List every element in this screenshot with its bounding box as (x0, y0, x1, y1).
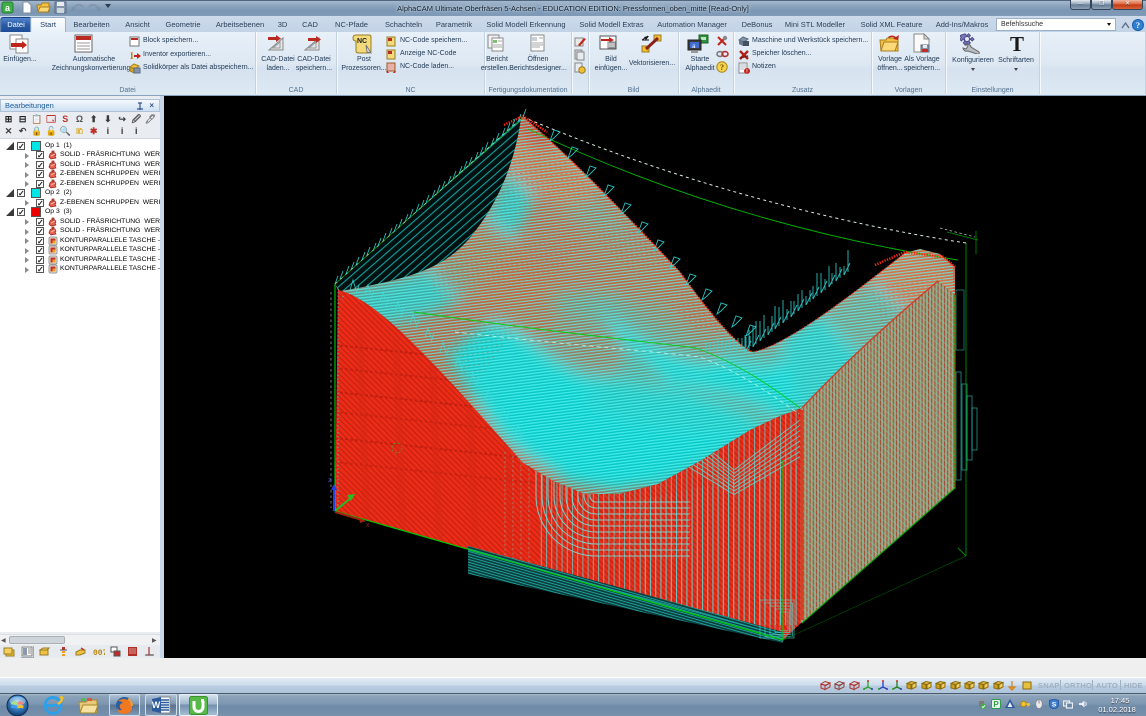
svg-text:P: P (993, 700, 999, 709)
svg-text:W: W (152, 700, 161, 710)
svg-text:x: x (366, 522, 370, 529)
svg-text:NC: NC (357, 38, 367, 45)
svg-text:T: T (1010, 33, 1024, 54)
svg-text:z: z (328, 477, 332, 484)
svg-text:a: a (692, 43, 696, 50)
svg-text:I: I (130, 51, 134, 61)
svg-text:?: ? (720, 63, 724, 72)
svg-text:?: ? (1136, 20, 1140, 30)
svg-text:S: S (1051, 702, 1056, 709)
svg-text:007: 007 (93, 649, 105, 658)
